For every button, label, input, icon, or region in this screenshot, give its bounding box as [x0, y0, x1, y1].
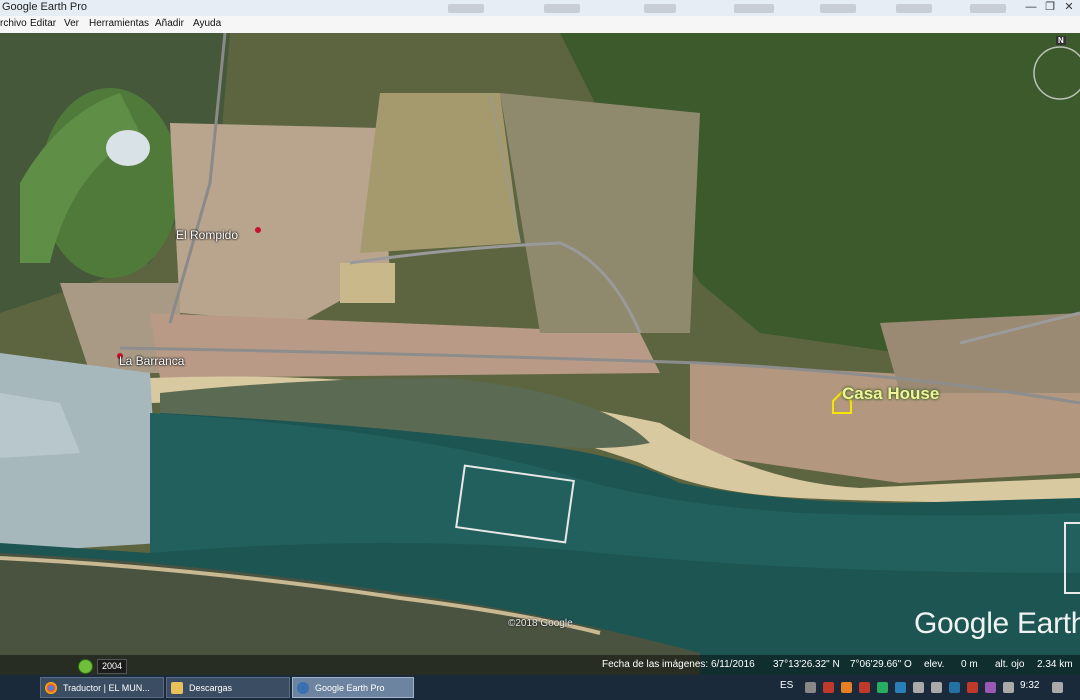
eye-altitude-label: alt. ojo [995, 659, 1025, 670]
menu-anadir[interactable]: Añadir [155, 18, 184, 29]
folder-icon [171, 682, 183, 694]
dropbox-icon[interactable] [895, 682, 906, 693]
chrome-icon [45, 682, 57, 694]
network-icon[interactable] [913, 682, 924, 693]
taskbar-item-chrome[interactable]: Traductor | EL MUN... [40, 677, 164, 698]
taskbar-item-label: Descargas [189, 683, 233, 693]
historical-year-badge[interactable]: 2004 [97, 659, 127, 674]
menu-herramientas[interactable]: Herramientas [89, 18, 149, 29]
volume-icon[interactable] [931, 682, 942, 693]
bluetooth-icon[interactable] [949, 682, 960, 693]
compass-north-icon[interactable]: N [1056, 36, 1066, 45]
close-button[interactable]: ✕ [1060, 0, 1078, 15]
tray-app-icon[interactable] [823, 682, 834, 693]
chevron-up-icon[interactable] [805, 682, 816, 693]
window-title: Google Earth Pro [2, 1, 87, 13]
title-bar-blurred-tab [970, 4, 1006, 13]
imagery-date: Fecha de las imágenes: 6/11/2016 [602, 659, 755, 670]
taskbar-item-label: Google Earth Pro [315, 683, 385, 693]
restore-button[interactable]: ❐ [1041, 0, 1059, 15]
tray-app-icon[interactable] [967, 682, 978, 693]
latitude-readout: 37°13'26.32" N [773, 659, 840, 670]
title-bar-blurred-tab [544, 4, 580, 13]
label-la-barranca[interactable]: La Barranca [119, 354, 184, 368]
notification-icon[interactable] [1052, 682, 1063, 693]
historical-imagery-icon[interactable] [78, 659, 93, 674]
elevation-value: 0 m [961, 659, 978, 670]
tray-app-icon[interactable] [877, 682, 888, 693]
google-earth-watermark: Google Earth [914, 607, 1080, 640]
elevation-label: elev. [924, 659, 945, 670]
menu-editar[interactable]: Editar [30, 18, 56, 29]
menu-ver[interactable]: Ver [64, 18, 79, 29]
map-view[interactable]: El Rompido La Barranca Casa House N ©201… [0, 33, 1080, 675]
tray-app-icon[interactable] [841, 682, 852, 693]
tray-app-icon[interactable] [985, 682, 996, 693]
tray-app-icon[interactable] [1003, 682, 1014, 693]
taskbar-item-label: Traductor | EL MUN... [63, 683, 150, 693]
minimize-button[interactable]: — [1022, 0, 1040, 15]
title-bar-blurred-tab [820, 4, 856, 13]
title-bar-blurred-tab [448, 4, 484, 13]
title-bar: Google Earth Pro — ❐ ✕ [0, 0, 1080, 17]
language-indicator[interactable]: ES [780, 680, 793, 691]
system-clock[interactable]: 9:32 [1020, 680, 1039, 691]
menu-archivo[interactable]: rchivo [0, 18, 27, 29]
taskbar-item-google-earth[interactable]: Google Earth Pro [292, 677, 414, 698]
eye-altitude-value: 2.34 km [1037, 659, 1073, 670]
tray-app-icon[interactable] [859, 682, 870, 693]
status-bar: Fecha de las imágenes: 6/11/2016 37°13'2… [0, 655, 1080, 675]
menu-ayuda[interactable]: Ayuda [193, 18, 221, 29]
menu-bar: rchivo Editar Ver Herramientas Añadir Ay… [0, 16, 1080, 34]
title-bar-blurred-tab [644, 4, 676, 13]
placemark-casa-house[interactable]: Casa House [842, 384, 939, 404]
copyright-text: ©2018 Google [508, 618, 573, 629]
google-earth-icon [297, 682, 309, 694]
label-el-rompido[interactable]: El Rompido [176, 228, 238, 242]
taskbar-item-downloads[interactable]: Descargas [166, 677, 290, 698]
title-bar-blurred-tab [896, 4, 932, 13]
longitude-readout: 7°06'29.66" O [850, 659, 912, 670]
windows-taskbar: Traductor | EL MUN... Descargas Google E… [0, 675, 1080, 700]
title-bar-blurred-tab [734, 4, 774, 13]
